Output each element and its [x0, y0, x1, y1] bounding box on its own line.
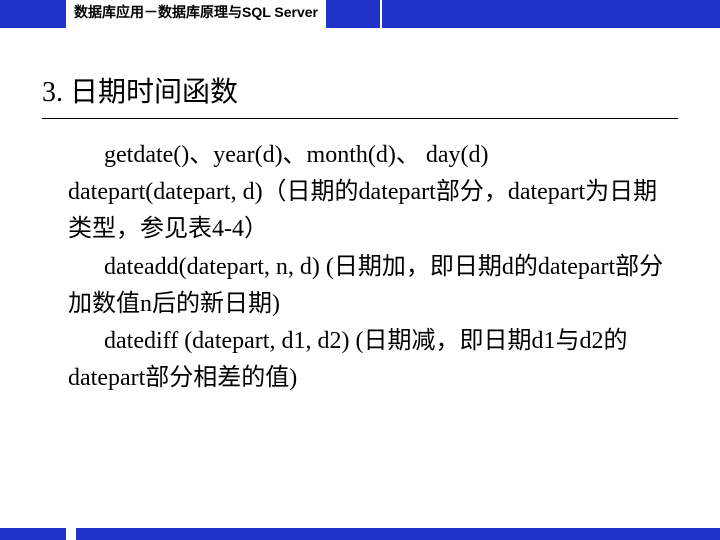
header-title: 数据库应用－数据库原理与SQL Server: [74, 2, 318, 22]
slide-content: 3. 日期时间函数 getdate()、year(d)、month(d)、 da…: [0, 28, 720, 397]
footer-notch: [66, 528, 76, 540]
body-line-4: datediff (datepart, d1, d2) (日期减，即日期d1与d…: [68, 323, 678, 397]
footer-bar: [0, 528, 720, 540]
body-text: getdate()、year(d)、month(d)、 day(d) datep…: [42, 137, 678, 397]
section-title-text: 日期时间函数: [70, 77, 238, 108]
body-line-1: getdate()、year(d)、month(d)、 day(d): [68, 137, 678, 174]
header-bar: 数据库应用－数据库原理与SQL Server: [0, 0, 720, 28]
title-underline: [42, 118, 678, 119]
section-title: 3. 日期时间函数: [42, 70, 678, 110]
section-number: 3.: [42, 77, 63, 108]
body-line-2: datepart(datepart, d)（日期的datepart部分，date…: [68, 174, 678, 248]
header-title-box: 数据库应用－数据库原理与SQL Server: [66, 0, 326, 28]
header-divider: [380, 0, 382, 28]
body-line-3: dateadd(datepart, n, d) (日期加，即日期d的datepa…: [68, 249, 678, 323]
